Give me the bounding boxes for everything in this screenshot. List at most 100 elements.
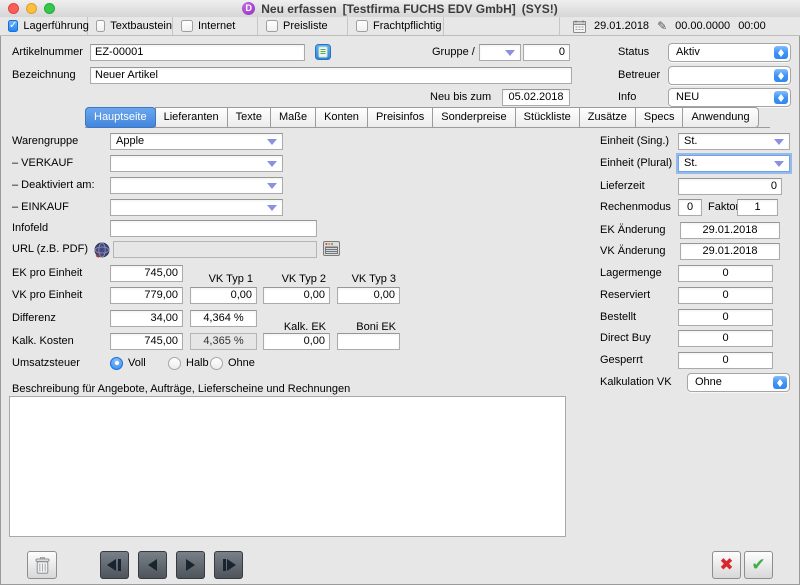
tab-zus-tze[interactable]: Zusätze (579, 107, 636, 128)
checkbox-label: Preisliste (283, 20, 328, 32)
cancel-button[interactable]: ✖ (712, 551, 741, 579)
first-record-button[interactable] (100, 551, 129, 579)
differenz-label: Differenz (12, 310, 56, 327)
betreuer-label: Betreuer (618, 67, 660, 84)
warengruppe-combobox[interactable]: Apple (110, 133, 283, 150)
neu-bis-zum-field[interactable]: 05.02.2018 (502, 89, 570, 106)
url-field[interactable] (113, 241, 317, 258)
deaktiviert-am-label: – Deaktiviert am: (12, 177, 95, 194)
differenz-field[interactable]: 34,00 (110, 310, 183, 327)
tab-st-ckliste[interactable]: Stückliste (515, 107, 580, 128)
artikelnummer-field[interactable]: EZ-00001 (90, 44, 305, 61)
vk-pro-einheit-field[interactable]: 779,00 (110, 287, 183, 304)
bezeichnung-field[interactable]: Neuer Artikel (90, 67, 572, 84)
toolbar-checkbox-lagerf-hrung[interactable]: ✓Lagerführung (0, 17, 88, 35)
globe-search-icon[interactable] (94, 242, 110, 258)
kalk-ek-field[interactable]: 0,00 (263, 333, 330, 350)
vk-typ2-field[interactable]: 0,00 (263, 287, 330, 304)
next-record-button[interactable] (176, 551, 205, 579)
lieferzeit-field[interactable]: 0 (678, 178, 782, 195)
kalkulation-vk-label: Kalkulation VK (600, 374, 672, 391)
differenz-percent-field[interactable]: 4,364 % (190, 310, 257, 327)
kalkulation-vk-dropdown[interactable]: Ohne (687, 373, 790, 392)
tab-anwendung[interactable]: Anwendung (682, 107, 758, 128)
tab-hauptseite[interactable]: Hauptseite (85, 107, 156, 128)
einheit-sing-label: Einheit (Sing.) (600, 133, 669, 150)
faktor-label: Faktor (708, 199, 739, 216)
url-label: URL (z.B. PDF) (12, 241, 88, 258)
first-record-bar (118, 559, 121, 571)
artikelnummer-label: Artikelnummer (12, 44, 83, 61)
beschreibung-textarea[interactable] (9, 396, 566, 537)
einheit-sing-combobox[interactable]: St. (678, 133, 790, 150)
toolbar-checkbox-frachtpflichtig[interactable]: Frachtpflichtig (348, 17, 444, 35)
verkauf-label: – VERKAUF (12, 155, 73, 172)
tab-bar: HauptseiteLieferantenTexteMaßeKontenPrei… (85, 107, 759, 128)
ek-aenderung-label: EK Änderung (600, 222, 665, 239)
last-record-icon (227, 559, 236, 571)
radio-ohne[interactable]: Ohne (210, 356, 255, 370)
tab-ma-e[interactable]: Maße (270, 107, 316, 128)
vk-typ3-field[interactable]: 0,00 (337, 287, 400, 304)
ek-aenderung-field[interactable]: 29.01.2018 (680, 222, 780, 239)
einkauf-label: – EINKAUF (12, 199, 69, 216)
betreuer-dropdown[interactable] (668, 66, 791, 85)
tab-sonderpreise[interactable]: Sonderpreise (432, 107, 515, 128)
gruppe-combobox[interactable] (479, 44, 521, 61)
chevron-up-down-icon (774, 69, 788, 82)
tab-konten[interactable]: Konten (315, 107, 368, 128)
reserviert-label: Reserviert (600, 287, 650, 304)
tab-texte[interactable]: Texte (227, 107, 271, 128)
gruppe-number-field[interactable]: 0 (523, 44, 570, 61)
confirm-button[interactable]: ✔ (744, 551, 773, 579)
kalkulation-vk-value: Ohne (695, 376, 722, 388)
vk-typ1-field[interactable]: 0,00 (190, 287, 257, 304)
toolbar-spacer (444, 17, 560, 35)
deaktiviert-am-combobox[interactable] (110, 177, 283, 194)
verkauf-combobox[interactable] (110, 155, 283, 172)
lagermenge-label: Lagermenge (600, 265, 662, 282)
trash-icon (34, 556, 51, 575)
delete-button[interactable] (27, 551, 57, 579)
info-value: NEU (676, 91, 699, 103)
reserviert-field[interactable]: 0 (678, 287, 773, 304)
radio-voll[interactable]: Voll (110, 356, 146, 370)
kalk-kosten-label: Kalk. Kosten (12, 333, 74, 350)
close-window-icon[interactable] (8, 3, 19, 14)
toolbar-checkbox-internet[interactable]: Internet (173, 17, 258, 35)
tab-lieferanten[interactable]: Lieferanten (155, 107, 228, 128)
toolbar-checkbox-preisliste[interactable]: Preisliste (258, 17, 348, 35)
cancel-x-icon: ✖ (719, 557, 733, 574)
window-title-company: [Testfirma FUCHS EDV GmbH] (343, 2, 516, 16)
minimize-window-icon[interactable] (26, 3, 37, 14)
kalk-kosten-field[interactable]: 745,00 (110, 333, 183, 350)
checkbox-label: Lagerführung (23, 20, 88, 32)
article-list-button[interactable] (315, 44, 331, 60)
einheit-plural-combobox[interactable]: St. (678, 155, 790, 172)
previous-record-button[interactable] (138, 551, 167, 579)
lagermenge-field[interactable]: 0 (678, 265, 773, 282)
gesperrt-field[interactable]: 0 (678, 352, 773, 369)
tab-specs[interactable]: Specs (635, 107, 684, 128)
vk-aenderung-field[interactable]: 29.01.2018 (680, 243, 780, 260)
infofeld-field[interactable] (110, 220, 317, 237)
bestellt-field[interactable]: 0 (678, 309, 773, 326)
open-browser-button[interactable] (322, 240, 340, 257)
gesperrt-label: Gesperrt (600, 352, 643, 369)
toolbar-checkbox-textbaustein[interactable]: Textbaustein (88, 17, 173, 35)
boni-ek-field[interactable] (337, 333, 400, 350)
faktor-field[interactable]: 1 (737, 199, 778, 216)
created-date: 29.01.2018 (594, 20, 649, 32)
last-record-button[interactable] (214, 551, 243, 579)
direct-buy-field[interactable]: 0 (678, 330, 773, 347)
einkauf-combobox[interactable] (110, 199, 283, 216)
radio-halb[interactable]: Halb (168, 356, 209, 370)
pencil-icon: ✎ (657, 19, 667, 33)
rechenmodus-field[interactable]: 0 (678, 199, 702, 216)
bezeichnung-label: Bezeichnung (12, 67, 76, 84)
tab-preisinfos[interactable]: Preisinfos (367, 107, 433, 128)
zoom-window-icon[interactable] (44, 3, 55, 14)
ek-pro-einheit-field[interactable]: 745,00 (110, 265, 183, 282)
info-dropdown[interactable]: NEU (668, 88, 791, 107)
status-dropdown[interactable]: Aktiv (668, 43, 791, 62)
